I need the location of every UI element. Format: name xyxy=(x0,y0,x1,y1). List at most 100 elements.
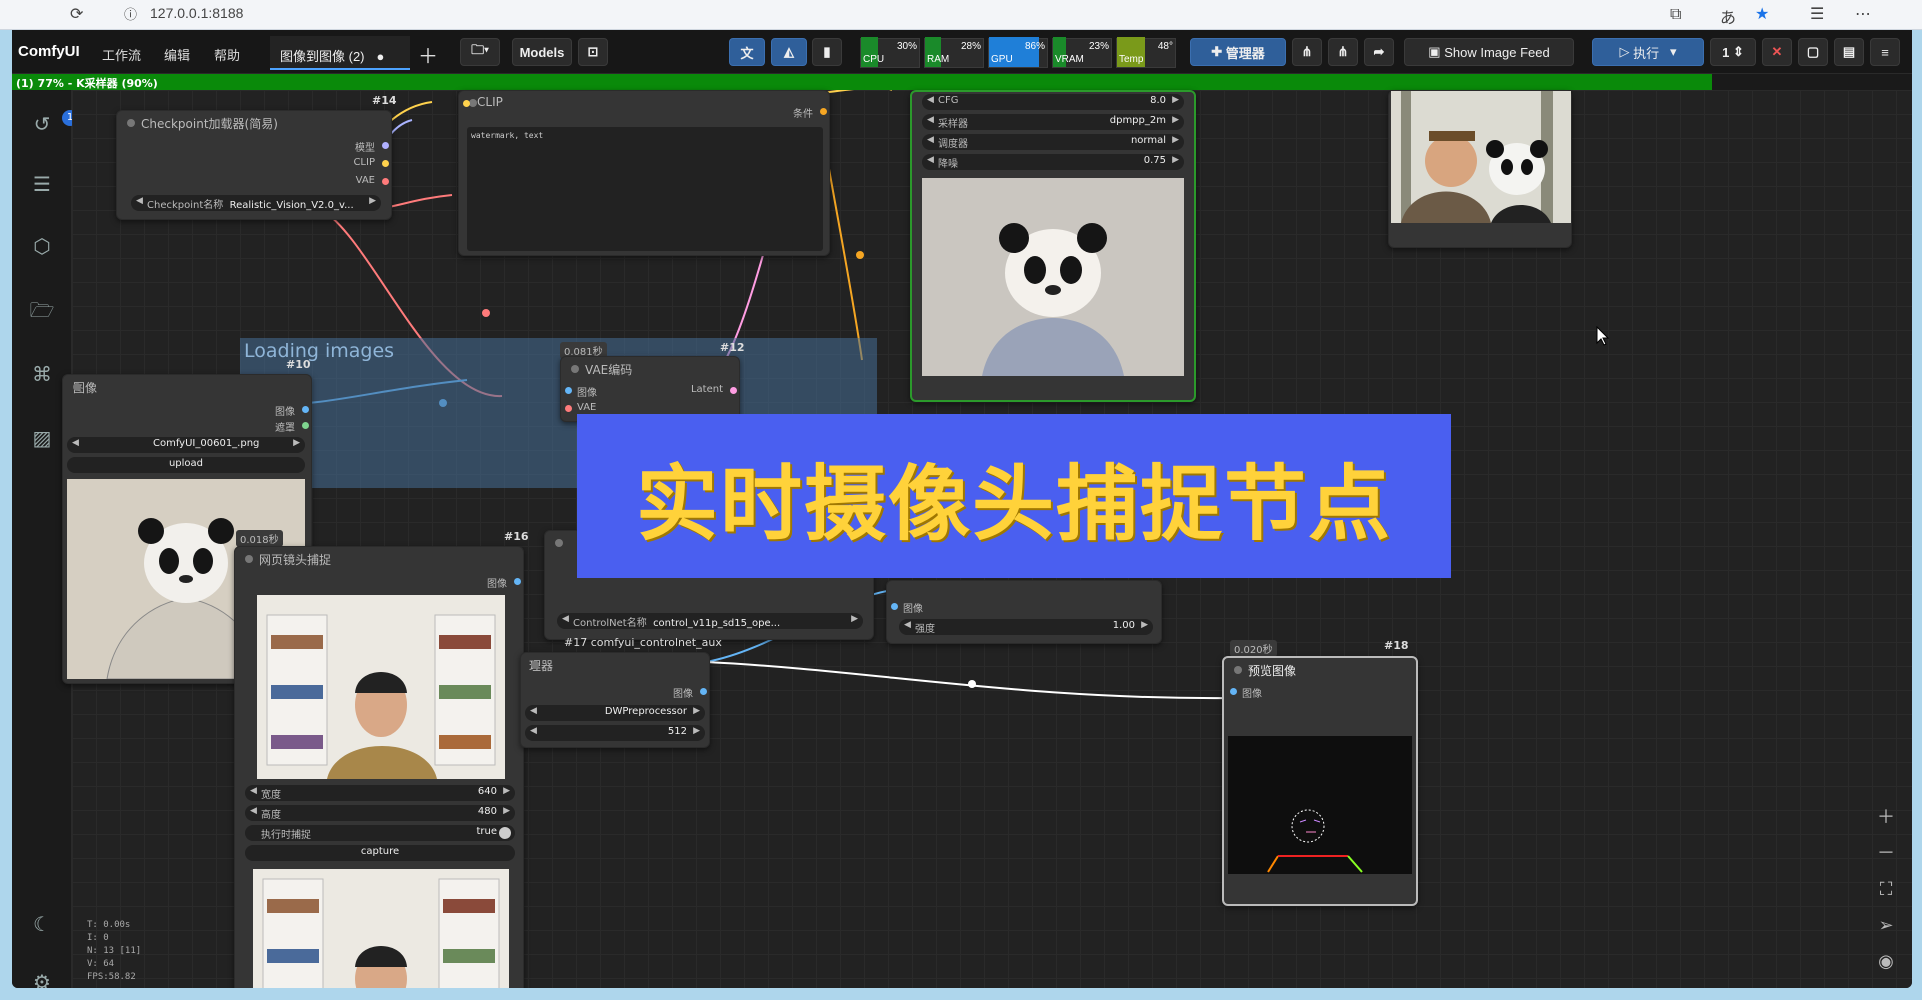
panel-icon[interactable]: ▤ xyxy=(1834,38,1864,66)
save-icon[interactable]: ⊡ xyxy=(578,38,608,66)
tab-workflow[interactable]: 图像到图像 (2) ● xyxy=(270,36,410,70)
queue-list-icon[interactable]: ☰ xyxy=(28,170,56,198)
port-dot[interactable] xyxy=(565,387,572,394)
port-dot[interactable] xyxy=(891,603,898,610)
folder-icon[interactable]: 🗀▾ xyxy=(460,38,500,66)
model-library-icon[interactable]: 🗁 xyxy=(28,296,56,324)
capture-on-queue-toggle[interactable]: 执行时捕捉 true xyxy=(245,825,515,841)
node-10-id: #10 xyxy=(286,358,311,371)
node-title: 理器 xyxy=(521,653,709,675)
tabs-icon[interactable]: ☰ xyxy=(1810,4,1824,23)
menu-workflow[interactable]: 工作流 xyxy=(102,45,141,64)
port-dot[interactable] xyxy=(1230,688,1237,695)
port-dot[interactable] xyxy=(382,178,389,185)
progress-bar: (1) 77% - K采样器 (90%) xyxy=(12,74,1912,90)
scheduler-widget[interactable]: 调度器normal xyxy=(922,134,1184,150)
denoise-widget[interactable]: 降噪0.75 xyxy=(922,154,1184,170)
preprocessor-widget[interactable]: DWPreprocessor xyxy=(525,705,705,721)
bookmark-star-icon[interactable]: ★ xyxy=(1755,4,1769,23)
node-webcam-capture[interactable]: 网页镜头捕捉 图像 宽度640 高度480 执行时捕捉true xyxy=(234,546,524,988)
progress-fill xyxy=(12,74,1712,90)
hamburger-icon[interactable]: ≡ xyxy=(1870,38,1900,66)
prompt-textarea[interactable]: watermark, text xyxy=(467,127,823,251)
port-dot[interactable] xyxy=(463,100,470,107)
port-dot[interactable] xyxy=(382,142,389,149)
progress-text: (1) 77% - K采样器 (90%) xyxy=(16,77,158,90)
image-file-widget[interactable]: ComfyUI_00601_.png xyxy=(67,437,305,453)
controlnet-name-widget[interactable]: ControlNet名称 control_v11p_sd15_ope... xyxy=(557,613,863,629)
zoom-in-icon[interactable]: ＋ xyxy=(1872,804,1900,832)
menu-edit[interactable]: 编辑 xyxy=(164,45,190,64)
node-preview-image[interactable]: 预览图像 图像 xyxy=(1222,656,1418,906)
port-dot[interactable] xyxy=(302,422,309,429)
port-image: 图像 xyxy=(275,407,295,418)
focus-mode-icon[interactable]: ▢ xyxy=(1798,38,1828,66)
workflows-icon[interactable]: ⌘ xyxy=(28,360,56,388)
port-dot[interactable] xyxy=(514,578,521,585)
port-image: 图像 xyxy=(1242,689,1262,700)
run-button[interactable]: ▷ 执行 ▾ xyxy=(1592,38,1704,66)
node-icon-b[interactable]: ⋔ xyxy=(1328,38,1358,66)
queue-count-input[interactable]: 1 ⇕ xyxy=(1710,38,1756,66)
capture-button[interactable]: capture xyxy=(245,845,515,861)
bookmark-icon[interactable]: ▮ xyxy=(812,38,842,66)
toggle-links-icon[interactable]: ◉ xyxy=(1872,948,1900,976)
node-preprocessor[interactable]: 理器 图像 DWPreprocessor 512 xyxy=(520,652,710,748)
node-18-id: #18 xyxy=(1384,639,1409,652)
install-icon[interactable]: ⧉ xyxy=(1670,4,1681,24)
models-button[interactable]: Models xyxy=(512,38,572,66)
node-apply-controlnet[interactable]: 图像 强度1.00 xyxy=(886,580,1162,644)
captured-frame-preview xyxy=(253,869,509,988)
history-icon[interactable]: ↺ 1 xyxy=(28,110,78,138)
url-bar[interactable]: 127.0.0.1:8188 xyxy=(150,5,243,21)
add-tab-icon[interactable]: ＋ xyxy=(418,40,438,69)
resolution-widget[interactable]: 512 xyxy=(525,725,705,741)
captured-person-bookshelf xyxy=(253,869,509,988)
node-ksampler[interactable]: CFG8.0 采样器dpmpp_2m 调度器normal 降噪0.75 xyxy=(910,90,1196,402)
menu-help[interactable]: 帮助 xyxy=(214,45,240,64)
vram-meter: 23% VRAM xyxy=(1052,37,1112,68)
port-dot[interactable] xyxy=(730,387,737,394)
node-vae-encode[interactable]: VAE编码 图像 VAE Latent xyxy=(560,356,740,422)
crystools-icon[interactable]: ◭ xyxy=(771,38,807,66)
port-mask: 遮罩 xyxy=(275,423,295,434)
image-feed-button[interactable]: ▣ Show Image Feed xyxy=(1404,38,1574,66)
upload-button[interactable]: upload xyxy=(67,457,305,473)
port-dot[interactable] xyxy=(565,405,572,412)
gallery-icon[interactable]: ▨ xyxy=(28,424,56,452)
more-icon[interactable]: ⋯ xyxy=(1855,4,1871,23)
node-output-image[interactable] xyxy=(1388,90,1572,248)
reload-icon[interactable]: ⟳ xyxy=(70,4,83,23)
fit-view-icon[interactable]: ⛶ xyxy=(1872,876,1900,904)
translate-icon[interactable]: あ xyxy=(1720,4,1736,28)
manager-button[interactable]: ✚ 管理器 xyxy=(1190,38,1286,66)
port-dot[interactable] xyxy=(382,160,389,167)
node-icon-a[interactable]: ⋔ xyxy=(1292,38,1322,66)
pose-preview-image xyxy=(1228,736,1412,874)
theme-toggle-icon[interactable]: ☾ xyxy=(28,910,56,938)
select-mode-icon[interactable]: ➢ xyxy=(1872,912,1900,940)
width-widget[interactable]: 宽度640 xyxy=(245,785,515,801)
ckpt-name-widget[interactable]: Checkpoint名称 Realistic_Vision_V2.0_v... xyxy=(131,195,381,211)
node-library-icon[interactable]: ⬡ xyxy=(28,232,56,260)
node-checkpoint-loader[interactable]: Checkpoint加载器(简易) 模型 CLIP VAE Checkpoint… xyxy=(116,110,392,220)
translate-toggle-icon[interactable]: 文 xyxy=(729,38,765,66)
share-icon[interactable]: ➦ xyxy=(1364,38,1394,66)
output-image-thumbnail xyxy=(1391,91,1571,223)
cancel-icon[interactable]: ✕ xyxy=(1762,38,1792,66)
port-model: 模型 xyxy=(355,143,375,154)
port-dot[interactable] xyxy=(700,688,707,695)
cfg-widget[interactable]: CFG8.0 xyxy=(922,94,1184,110)
zoom-out-icon[interactable]: － xyxy=(1872,840,1900,868)
node-clip-text-encode[interactable]: CLIP 条件 watermark, text xyxy=(458,90,830,256)
settings-icon[interactable]: ⚙ xyxy=(28,968,56,988)
mouse-cursor-icon xyxy=(1596,326,1610,346)
port-dot[interactable] xyxy=(820,108,827,115)
info-icon[interactable]: ⓘ xyxy=(124,4,137,23)
port-dot[interactable] xyxy=(302,406,309,413)
height-widget[interactable]: 高度480 xyxy=(245,805,515,821)
node-title: 图像 xyxy=(63,375,311,397)
sampler-widget[interactable]: 采样器dpmpp_2m xyxy=(922,114,1184,130)
node-12-id: #12 xyxy=(720,341,745,354)
strength-widget[interactable]: 强度1.00 xyxy=(899,619,1153,635)
